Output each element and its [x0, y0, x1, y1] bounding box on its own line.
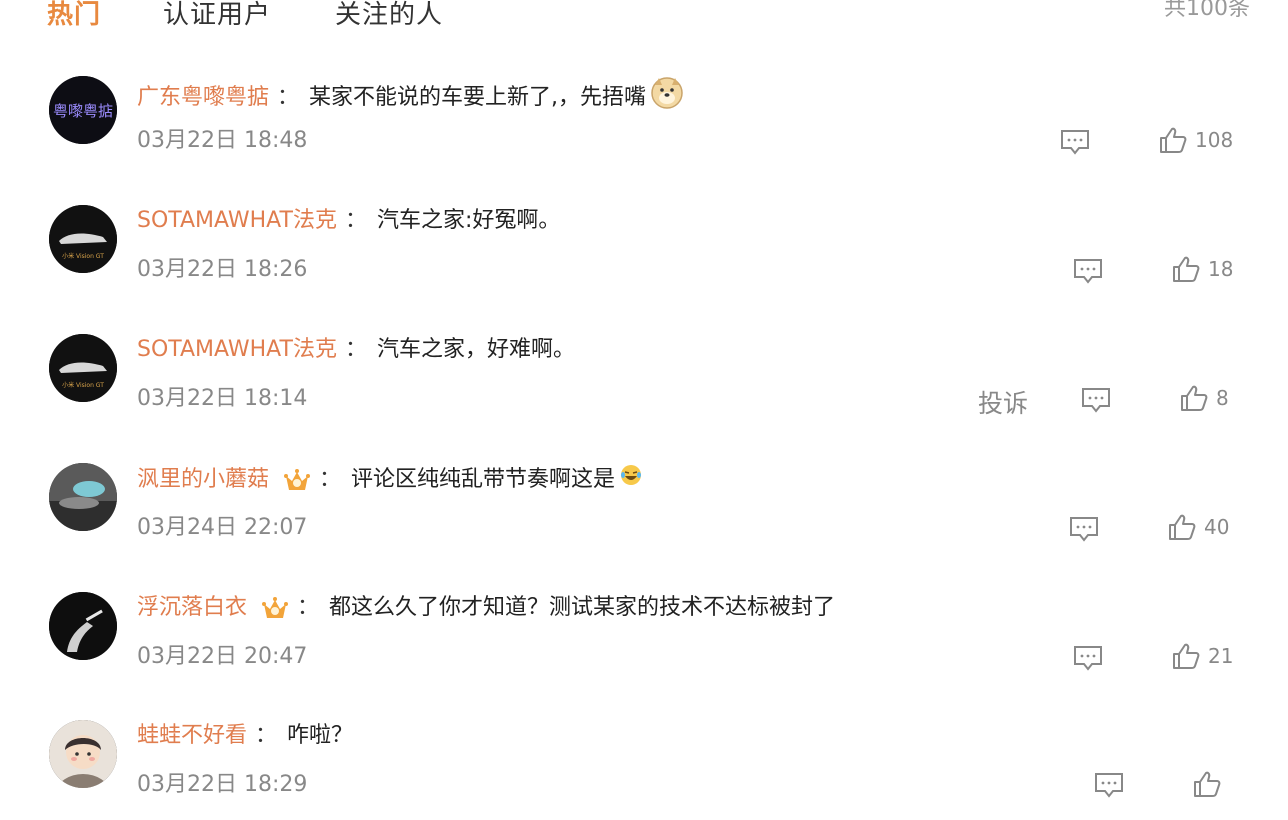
colon: ： [319, 467, 342, 492]
reply-icon [1069, 515, 1099, 543]
colon: ： [277, 85, 300, 110]
username[interactable]: SOTAMAWHAT法克 [137, 337, 337, 362]
colon: ： [297, 595, 320, 620]
colon: ： [344, 337, 367, 362]
reply-button[interactable] [1094, 771, 1124, 799]
reply-icon [1073, 644, 1103, 672]
laughing-tears-emoji-icon [619, 463, 643, 497]
avatar[interactable] [49, 720, 117, 788]
thumbs-up-icon [1159, 126, 1187, 154]
comment-item: 浮沉落白衣 ： 都这么久了你才知道？测试某家的技术不达标被封了 03月22日 20:… [0, 592, 1288, 720]
comment-date: 03月22日 20:47 [137, 644, 308, 669]
avatar[interactable] [49, 463, 117, 531]
avatar[interactable]: 小米 Vision GT [49, 205, 117, 273]
like-button[interactable]: 21 [1172, 642, 1233, 670]
comment-total-count: 共100条 [1164, 0, 1250, 21]
comment-line: 浮沉落白衣 ： 都这么久了你才知道？测试某家的技术不达标被封了 [137, 592, 835, 624]
username[interactable]: SOTAMAWHAT法克 [137, 208, 337, 233]
comment-date: 03月24日 22:07 [137, 515, 308, 540]
avatar-text: 小米 Vision GT [62, 381, 104, 389]
colon: ： [344, 208, 367, 233]
like-count: 8 [1216, 386, 1229, 410]
username[interactable]: 广东粤嚟粤掂 [137, 85, 269, 110]
comment-item: 粤嚟粤掂 广东粤嚟粤掂 ： 某家不能说的车要上新了,，先捂嘴 03月22日 18:4… [0, 76, 1288, 204]
reply-icon [1060, 128, 1090, 156]
reply-button[interactable] [1060, 128, 1090, 156]
avatar[interactable]: 粤嚟粤掂 [49, 76, 117, 144]
comment-date: 03月22日 18:29 [137, 772, 308, 797]
comment-line: 广东粤嚟粤掂 ： 某家不能说的车要上新了,，先捂嘴 [137, 76, 684, 110]
avatar-text: 粤嚟粤掂 [53, 102, 113, 120]
comment-date: 03月22日 18:14 [137, 386, 308, 411]
reply-icon [1081, 386, 1111, 414]
doge-emoji-icon [650, 76, 684, 120]
username[interactable]: 蛙蛙不好看 [137, 723, 247, 748]
thumbs-up-icon [1172, 255, 1200, 283]
like-button[interactable]: 108 [1159, 126, 1233, 154]
username[interactable]: 沨里的小蘑菇 [137, 467, 269, 492]
reply-button[interactable] [1081, 386, 1111, 414]
comment-text: 汽车之家，好难啊。 [376, 337, 575, 362]
avatar-text: 小米 Vision GT [62, 252, 104, 260]
comment-line: SOTAMAWHAT法克 ： 汽车之家:好冤啊。 [137, 205, 560, 237]
comment-text: 咋啦？ [287, 723, 354, 748]
thumbs-up-icon [1193, 770, 1221, 798]
reply-icon [1094, 771, 1124, 799]
tab-following[interactable]: 关注的人 [335, 0, 443, 31]
like-count: 18 [1208, 257, 1234, 281]
tab-hot[interactable]: 热门 [47, 0, 101, 31]
username[interactable]: 浮沉落白衣 [137, 595, 247, 620]
reply-icon [1073, 257, 1103, 285]
colon: ： [255, 723, 278, 748]
thumbs-up-icon [1180, 384, 1208, 412]
report-button[interactable]: 投诉 [978, 384, 1028, 420]
comment-item: 小米 Vision GT SOTAMAWHAT法克 ： 汽车之家:好冤啊。 03月2… [0, 205, 1288, 333]
reply-button[interactable] [1073, 257, 1103, 285]
comment-item: 沨里的小蘑菇 ： 评论区纯纯乱带节奏啊这是 03月24日 22:07 40 [0, 463, 1288, 591]
comment-line: SOTAMAWHAT法克 ： 汽车之家，好难啊。 [137, 334, 575, 366]
comment-text: 评论区纯纯乱带节奏啊这是 [351, 467, 616, 492]
comment-line: 沨里的小蘑菇 ： 评论区纯纯乱带节奏啊这是 [137, 463, 643, 495]
like-button[interactable]: 40 [1168, 513, 1229, 541]
vip-crown-icon [283, 466, 311, 494]
reply-button[interactable] [1073, 644, 1103, 672]
comment-line: 蛙蛙不好看 ： 咋啦？ [137, 720, 353, 752]
thumbs-up-icon [1168, 513, 1196, 541]
like-button[interactable] [1193, 770, 1229, 798]
like-button[interactable]: 8 [1180, 384, 1229, 412]
like-button[interactable]: 18 [1172, 255, 1233, 283]
comment-text: 某家不能说的车要上新了,，先捂嘴 [309, 85, 647, 110]
comment-item: 小米 Vision GT SOTAMAWHAT法克 ： 汽车之家，好难啊。 03月2… [0, 334, 1288, 462]
reply-button[interactable] [1069, 515, 1099, 543]
comment-text: 汽车之家:好冤啊。 [376, 208, 561, 233]
comment-text: 都这么久了你才知道？测试某家的技术不达标被封了 [329, 595, 836, 620]
like-count: 108 [1195, 128, 1234, 152]
avatar[interactable]: 小米 Vision GT [49, 334, 117, 402]
thumbs-up-icon [1172, 642, 1200, 670]
like-count: 40 [1204, 515, 1230, 539]
tab-verified-users[interactable]: 认证用户 [163, 0, 271, 31]
avatar[interactable] [49, 592, 117, 660]
comment-item: 蛙蛙不好看 ： 咋啦？ 03月22日 18:29 [0, 720, 1288, 820]
comment-date: 03月22日 18:48 [137, 128, 308, 153]
comment-tabs: 热门 认证用户 关注的人 共100条 [0, 0, 1288, 34]
like-count: 21 [1208, 644, 1234, 668]
comment-date: 03月22日 18:26 [137, 257, 308, 282]
vip-crown-icon [261, 594, 289, 622]
